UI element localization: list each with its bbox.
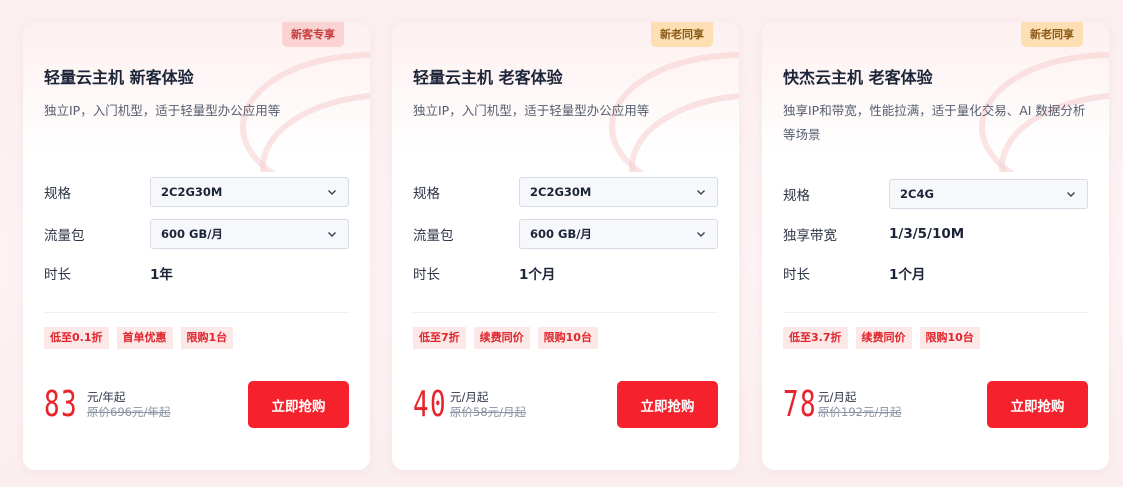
promo-badge: 新客专享 xyxy=(282,22,344,47)
promo-tag: 低至7折 xyxy=(413,327,466,349)
duration-label: 时长 xyxy=(413,267,440,283)
promo-tags: 低至3.7折 续费同价 限购10台 xyxy=(783,327,980,349)
promo-tag: 限购10台 xyxy=(919,327,980,349)
card-description: 独享IP和带宽，性能拉满，适于量化交易、AI 数据分析等场景 xyxy=(783,103,1086,142)
original-price: 原价192元/月起 xyxy=(818,405,902,419)
original-price: 原价58元/月起 xyxy=(450,405,527,419)
duration-row: 时长 1个月 xyxy=(413,258,718,288)
duration-row: 时长 1个月 xyxy=(783,258,1088,288)
card-title: 轻量云主机 老客体验 xyxy=(413,68,563,87)
price-value: 78 xyxy=(783,384,818,425)
traffic-row: 流量包 600 GB/月 xyxy=(44,219,349,249)
product-card-1: 新客专享 轻量云主机 新客体验 独立IP，入门机型，适于轻量型办公应用等 规格 … xyxy=(23,22,370,470)
price-value: 83 xyxy=(44,384,79,425)
price-unit: 元/年起 xyxy=(87,390,126,404)
promo-tag: 续费同价 xyxy=(855,327,912,349)
promo-tag: 续费同价 xyxy=(473,327,530,349)
promo-tag: 限购10台 xyxy=(537,327,598,349)
promo-tag: 限购1台 xyxy=(180,327,234,349)
chevron-down-icon xyxy=(697,232,705,237)
card-description: 独立IP，入门机型，适于轻量型办公应用等 xyxy=(413,103,650,118)
duration-value: 1个月 xyxy=(889,267,926,283)
price-unit: 元/月起 xyxy=(450,390,489,404)
spec-select[interactable]: 2C4G xyxy=(889,179,1088,209)
traffic-label: 流量包 xyxy=(413,228,454,244)
card-title: 快杰云主机 老客体验 xyxy=(783,68,933,87)
chevron-down-icon xyxy=(328,190,336,195)
spec-label: 规格 xyxy=(44,186,71,202)
spec-label: 规格 xyxy=(783,188,810,204)
buy-now-button[interactable]: 立即抢购 xyxy=(617,381,718,428)
traffic-label: 流量包 xyxy=(44,228,85,244)
chevron-down-icon xyxy=(1067,192,1075,197)
bandwidth-value: 1/3/5/10M xyxy=(889,226,965,242)
promo-tags: 低至0.1折 首单优惠 限购1台 xyxy=(44,327,234,349)
product-card-2: 新老同享 轻量云主机 老客体验 独立IP，入门机型，适于轻量型办公应用等 规格 … xyxy=(392,22,739,470)
promo-badge: 新老同享 xyxy=(1021,22,1083,47)
traffic-select[interactable]: 600 GB/月 xyxy=(150,219,349,249)
spec-row: 规格 2C2G30M xyxy=(44,177,349,207)
duration-label: 时长 xyxy=(783,267,810,283)
original-price: 原价696元/年起 xyxy=(87,405,171,419)
divider xyxy=(413,312,718,313)
traffic-select[interactable]: 600 GB/月 xyxy=(519,219,718,249)
spec-select-value: 2C2G30M xyxy=(161,185,223,199)
divider xyxy=(44,312,349,313)
spec-select-value: 2C4G xyxy=(900,187,934,201)
divider xyxy=(783,312,1088,313)
chevron-down-icon xyxy=(697,190,705,195)
spec-label: 规格 xyxy=(413,186,440,202)
traffic-select-value: 600 GB/月 xyxy=(161,227,223,241)
product-card-3: 新老同享 快杰云主机 老客体验 独享IP和带宽，性能拉满，适于量化交易、AI 数… xyxy=(762,22,1109,470)
duration-label: 时长 xyxy=(44,267,71,283)
promo-tag: 低至0.1折 xyxy=(44,327,109,349)
promo-tags: 低至7折 续费同价 限购10台 xyxy=(413,327,598,349)
spec-select[interactable]: 2C2G30M xyxy=(150,177,349,207)
traffic-select-value: 600 GB/月 xyxy=(530,227,592,241)
buy-now-button[interactable]: 立即抢购 xyxy=(248,381,349,428)
duration-value: 1个月 xyxy=(519,267,556,283)
card-description: 独立IP，入门机型，适于轻量型办公应用等 xyxy=(44,103,281,118)
spec-row: 规格 2C4G xyxy=(783,179,1088,209)
promo-tag: 低至3.7折 xyxy=(783,327,848,349)
bandwidth-label: 独享带宽 xyxy=(783,228,837,244)
promo-badge: 新老同享 xyxy=(651,22,713,47)
spec-select[interactable]: 2C2G30M xyxy=(519,177,718,207)
duration-row: 时长 1年 xyxy=(44,258,349,288)
spec-select-value: 2C2G30M xyxy=(530,185,592,199)
spec-row: 规格 2C2G30M xyxy=(413,177,718,207)
bandwidth-row: 独享带宽 1/3/5/10M xyxy=(783,219,1088,249)
duration-value: 1年 xyxy=(150,267,173,283)
price-value: 40 xyxy=(413,384,448,425)
card-title: 轻量云主机 新客体验 xyxy=(44,68,194,87)
price-unit: 元/月起 xyxy=(818,390,857,404)
promo-tag: 首单优惠 xyxy=(116,327,173,349)
traffic-row: 流量包 600 GB/月 xyxy=(413,219,718,249)
buy-now-button[interactable]: 立即抢购 xyxy=(987,381,1088,428)
chevron-down-icon xyxy=(328,232,336,237)
